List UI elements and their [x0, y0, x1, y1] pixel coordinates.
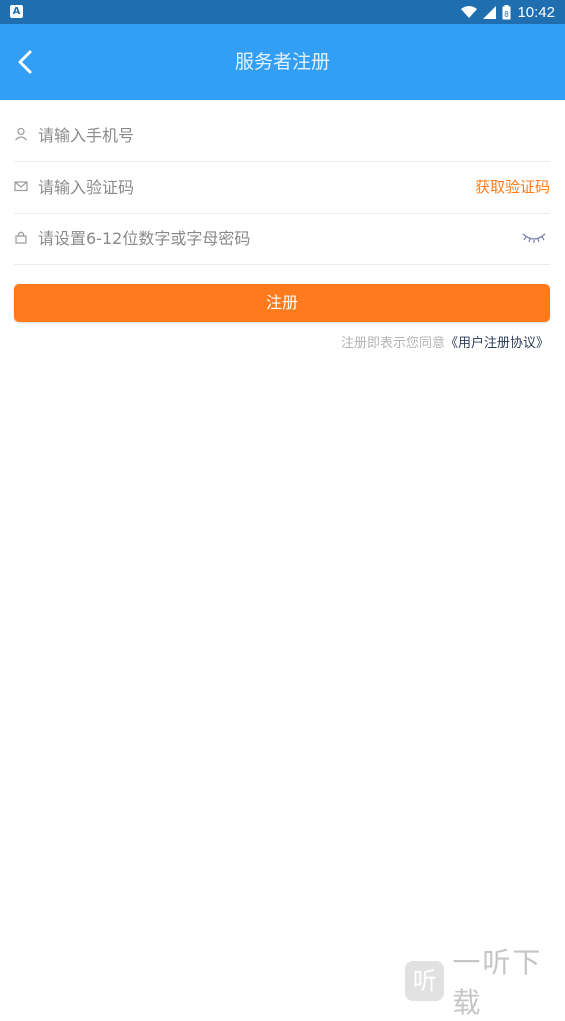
phone-row	[14, 110, 550, 162]
status-time: 10:42	[517, 3, 555, 21]
password-row	[14, 213, 550, 265]
agreement-text: 注册即表示您同意《用户注册协议》	[341, 332, 549, 351]
phone-input[interactable]	[38, 110, 438, 161]
register-button[interactable]: 注册	[14, 284, 550, 322]
mail-icon	[14, 181, 28, 192]
app-bar: 服务者注册	[0, 24, 565, 100]
get-code-button[interactable]: 获取验证码	[475, 162, 550, 213]
code-row: 获取验证码	[14, 162, 550, 214]
notification-app-icon: A	[10, 5, 23, 18]
watermark-logo-icon: 听	[405, 961, 445, 1001]
watermark-text: 一听下载	[452, 946, 543, 1019]
lock-icon	[15, 231, 27, 244]
eye-closed-icon[interactable]	[522, 231, 546, 245]
signal-icon	[483, 5, 497, 19]
user-icon	[15, 127, 27, 141]
watermark: 听 一听下载	[405, 946, 565, 1019]
page-title: 服务者注册	[234, 51, 330, 73]
code-input[interactable]	[38, 162, 438, 213]
battery-icon: 8	[502, 4, 511, 19]
password-input[interactable]	[38, 213, 438, 264]
user-agreement-link[interactable]: 《用户注册协议》	[445, 336, 549, 351]
battery-level: 8	[505, 10, 510, 19]
agreement-prefix: 注册即表示您同意	[340, 336, 445, 351]
status-bar: A 8 10:42	[0, 0, 565, 24]
wifi-icon	[461, 5, 478, 18]
status-right-group: 8 10:42	[461, 0, 555, 24]
